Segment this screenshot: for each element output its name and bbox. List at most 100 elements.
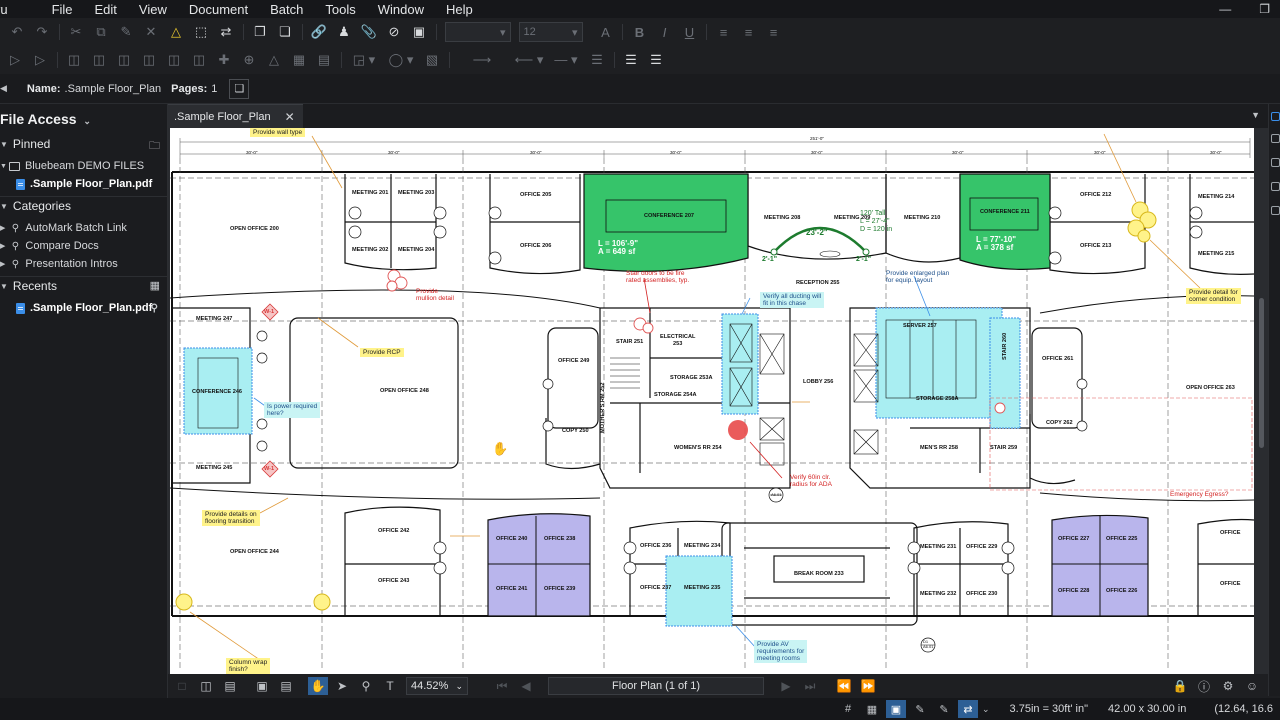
menu-view[interactable]: View bbox=[128, 2, 178, 17]
pin-icon[interactable]: ⚲ bbox=[151, 303, 158, 314]
minimize-icon[interactable]: — bbox=[1219, 2, 1231, 16]
callout-ducting[interactable]: Verify all ducting will fit in this chas… bbox=[760, 292, 825, 308]
redo-icon[interactable]: ↷ bbox=[31, 21, 53, 43]
add-folder-icon[interactable]: 🗀 bbox=[149, 137, 160, 156]
cut-icon[interactable]: ✂ bbox=[65, 21, 87, 43]
reuse-icon[interactable]: ✎ bbox=[934, 700, 954, 718]
menu-batch[interactable]: Batch bbox=[259, 2, 314, 17]
callout-column[interactable]: Column wrap finish? bbox=[226, 658, 271, 674]
callout-av[interactable]: Provide AV requirements for meeting room… bbox=[754, 640, 808, 663]
document-icon[interactable]: ❏ bbox=[229, 78, 250, 99]
align-top-objects-icon[interactable]: ◫ bbox=[138, 49, 160, 71]
crop-icon[interactable]: ⬚ bbox=[190, 21, 212, 43]
link-icon[interactable]: 🔗 bbox=[308, 21, 330, 43]
close-icon[interactable]: ✕ bbox=[285, 110, 295, 124]
delete-icon[interactable]: ✕ bbox=[140, 21, 162, 43]
align-left-icon[interactable]: ≡ bbox=[713, 21, 735, 43]
align-center-objects-icon[interactable]: ◫ bbox=[88, 49, 110, 71]
category-item[interactable]: ▶ ⚲ Compare Docs bbox=[0, 237, 168, 255]
menu-document[interactable]: Document bbox=[178, 2, 259, 17]
scale-display[interactable]: 3.75in = 30ft' in" bbox=[1010, 703, 1088, 715]
markup-snap-icon[interactable]: ✎ bbox=[910, 700, 930, 718]
category-item[interactable]: ▶ ⚲ Presentation Intros bbox=[0, 255, 168, 273]
fill-color-icon[interactable]: ◲ ▾ bbox=[347, 49, 381, 71]
fit-page-icon[interactable]: ▣ bbox=[252, 677, 272, 695]
align-center-icon[interactable]: ≡ bbox=[738, 21, 760, 43]
align-right-icon[interactable]: ≡ bbox=[763, 21, 785, 43]
callout-ada[interactable]: Verify 60in clr. radius for ADA bbox=[790, 474, 832, 488]
thumbnails-tab-icon[interactable] bbox=[1271, 182, 1280, 191]
chevron-down-icon[interactable]: ⌄ bbox=[982, 704, 990, 715]
callout-flooring[interactable]: Provide details on flooring transition bbox=[202, 510, 260, 526]
align-bottom-objects-icon[interactable]: ◫ bbox=[188, 49, 210, 71]
document-canvas[interactable]: Provide wall type Provide mullion detail… bbox=[168, 128, 1268, 674]
select-text-icon[interactable]: ⇄ bbox=[215, 21, 237, 43]
menu-app[interactable]: ru bbox=[0, 2, 19, 17]
pan-tool-icon[interactable]: ✋ bbox=[308, 677, 328, 695]
ungroup-icon[interactable]: ▤ bbox=[313, 49, 335, 71]
chevron-down-icon[interactable]: ▼ bbox=[1251, 110, 1260, 120]
single-page-icon[interactable]: □ bbox=[172, 677, 192, 695]
bold-icon[interactable]: B bbox=[629, 21, 651, 43]
user-icon[interactable]: ☺ bbox=[1242, 677, 1262, 695]
measure-arc-left[interactable]: 2'-1" bbox=[762, 256, 777, 263]
fit-width-icon[interactable]: ▤ bbox=[276, 677, 296, 695]
previous-view-icon[interactable]: ⏪ bbox=[834, 677, 854, 695]
stamp-icon[interactable]: ♟ bbox=[333, 21, 355, 43]
panel-toggle-icon[interactable]: ◀ bbox=[0, 83, 7, 94]
arrow-start-icon[interactable]: ▷ bbox=[4, 49, 26, 71]
attach-icon[interactable]: 📎 bbox=[358, 21, 380, 43]
measure-arc[interactable]: 23'-2" bbox=[806, 228, 828, 237]
copy-icon[interactable]: ⧉ bbox=[90, 21, 112, 43]
distribute-icon[interactable]: ✚ bbox=[213, 49, 235, 71]
line-color-icon[interactable]: ◯ ▾ bbox=[384, 49, 418, 71]
sync-icon[interactable]: ⇄ bbox=[958, 700, 978, 718]
next-page-icon[interactable]: ▶ bbox=[776, 677, 796, 695]
zoom-level-select[interactable]: 44.52% ⌄ bbox=[406, 677, 468, 695]
split-vertical-icon[interactable]: ◫ bbox=[196, 677, 216, 695]
properties-list-icon[interactable]: ☰ bbox=[620, 49, 642, 71]
categories-section-header[interactable]: ▼ Categories bbox=[0, 199, 71, 213]
snapshot-icon[interactable]: ❐ bbox=[249, 21, 271, 43]
recents-section-header[interactable]: ▼ Recents bbox=[0, 279, 57, 293]
callout-rcp[interactable]: Provide RCP bbox=[360, 348, 404, 357]
menu-edit[interactable]: Edit bbox=[84, 2, 128, 17]
panel-title[interactable]: File Access ⌄ bbox=[0, 111, 91, 127]
format-painter-icon[interactable]: ✎ bbox=[115, 21, 137, 43]
callout-corner[interactable]: Provide detail for corner condition bbox=[1186, 288, 1241, 304]
measure-conference-211[interactable]: L = 77'-10" A = 378 sf bbox=[976, 236, 1016, 252]
align-middle-objects-icon[interactable]: ◫ bbox=[163, 49, 185, 71]
callout-power[interactable]: Is power required here? bbox=[264, 402, 321, 418]
measurements-tab-icon[interactable] bbox=[1271, 206, 1280, 215]
zoom-tool-icon[interactable]: ⚲ bbox=[356, 677, 376, 695]
menu-help[interactable]: Help bbox=[435, 2, 484, 17]
pinned-folder[interactable]: ▼ Bluebeam DEMO FILES bbox=[0, 157, 168, 175]
text-color-icon[interactable]: A bbox=[595, 21, 617, 43]
snap-content-icon[interactable]: ▣ bbox=[886, 700, 906, 718]
measure-conference-207[interactable]: L = 106'-9" A = 649 sf bbox=[598, 240, 638, 256]
split-horizontal-icon[interactable]: ▤ bbox=[220, 677, 240, 695]
page-navigator[interactable]: Floor Plan (1 of 1) bbox=[548, 677, 764, 695]
properties-tab-icon[interactable] bbox=[1271, 112, 1280, 121]
line-width-icon[interactable]: — ▾ bbox=[549, 49, 583, 71]
text-select-icon[interactable]: T bbox=[380, 677, 400, 695]
undo-icon[interactable]: ↶ bbox=[6, 21, 28, 43]
align-right-objects-icon[interactable]: ◫ bbox=[113, 49, 135, 71]
arrow-end-icon[interactable]: ▷ bbox=[29, 49, 51, 71]
underline-icon[interactable]: U bbox=[679, 21, 701, 43]
settings-icon[interactable]: ⚙ bbox=[1218, 677, 1238, 695]
lock-icon[interactable]: 🔒 bbox=[1170, 677, 1190, 695]
layers-tab-icon[interactable] bbox=[1271, 158, 1280, 167]
measure-arc-right[interactable]: 2'-1" bbox=[856, 256, 871, 263]
hatch-icon[interactable]: ▧ bbox=[421, 49, 443, 71]
info-icon[interactable]: ⓘ bbox=[1194, 677, 1214, 695]
hide-icon[interactable]: ⊘ bbox=[383, 21, 405, 43]
paste-icon[interactable]: ❏ bbox=[274, 21, 296, 43]
previous-page-icon[interactable]: ◀ bbox=[516, 677, 536, 695]
align-left-objects-icon[interactable]: ◫ bbox=[63, 49, 85, 71]
pinned-file[interactable]: .Sample Floor_Plan.pdf bbox=[0, 175, 168, 193]
font-family-select[interactable]: ▾ bbox=[444, 22, 511, 42]
flip-icon[interactable]: △ bbox=[263, 49, 285, 71]
lock-icon[interactable]: △ bbox=[165, 21, 187, 43]
search-tab-icon[interactable] bbox=[1271, 134, 1280, 143]
